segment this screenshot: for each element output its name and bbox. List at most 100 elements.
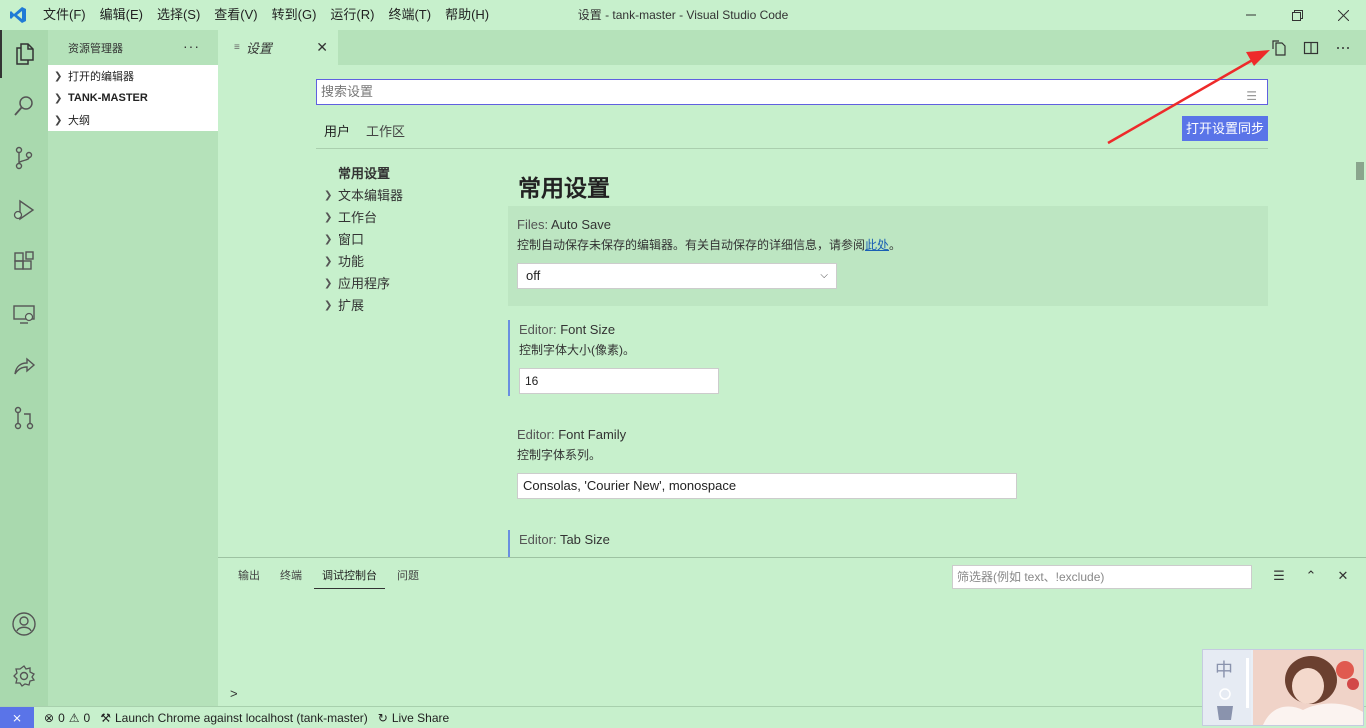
clear-console-button[interactable]: ☰ (1272, 566, 1286, 586)
setting-title: Editor: Tab Size (519, 530, 1268, 550)
remote-explorer-icon (13, 305, 35, 324)
minimize-button[interactable] (1228, 0, 1274, 30)
font-size-input[interactable]: 16 (519, 368, 719, 394)
menu-terminal[interactable]: 终端(T) (381, 0, 438, 30)
font-family-input[interactable]: Consolas, 'Courier New', monospace (517, 473, 1017, 499)
extensions-button[interactable] (0, 238, 48, 286)
settings-sync-button[interactable]: 打开设置同步 (1182, 116, 1268, 141)
open-settings-json-button[interactable] (1270, 39, 1288, 57)
panel-tabs: 输出 终端 调试控制台 问题 (230, 564, 431, 589)
desktop-avatar-widget[interactable]: 中 (1202, 649, 1364, 726)
tab-debug-console[interactable]: 调试控制台 (314, 564, 385, 589)
maximize-panel-button[interactable]: ⌃ (1304, 566, 1318, 586)
live-share-status[interactable]: ↻ Live Share (378, 711, 449, 725)
toc-label: 扩展 (338, 298, 365, 313)
toc-item-features[interactable]: ❯ 功能 (316, 251, 403, 273)
section-workspace-folder[interactable]: ❯ TANK-MASTER (48, 87, 218, 109)
live-share-label: Live Share (391, 710, 450, 725)
console-prompt[interactable]: > (230, 686, 238, 701)
panel-actions: ☰ ⌃ ✕ (1272, 566, 1350, 586)
chevron-right-icon: ❯ (324, 234, 333, 245)
settings-search-input[interactable]: 搜索设置 ☰ (316, 79, 1268, 105)
close-panel-button[interactable]: ✕ (1336, 566, 1350, 586)
more-editor-actions-button[interactable] (1334, 39, 1352, 57)
editor-scrollbar[interactable] (1356, 162, 1364, 180)
toc-item-extensions[interactable]: ❯ 扩展 (316, 295, 403, 317)
tab-problems[interactable]: 问题 (389, 564, 427, 589)
desc-end: 。 (889, 238, 902, 252)
desc-link[interactable]: 此处 (865, 238, 889, 252)
menu-view[interactable]: 查看(V) (207, 0, 264, 30)
activity-bar (0, 30, 48, 706)
pull-requests-button[interactable] (0, 394, 48, 442)
toc-label: 工作台 (338, 210, 378, 225)
tab-output[interactable]: 输出 (230, 564, 268, 589)
restore-button[interactable] (1274, 0, 1320, 30)
setting-category: Files: (517, 217, 551, 232)
toc-item-window[interactable]: ❯ 窗口 (316, 229, 403, 251)
launch-config-status[interactable]: ⚒ Launch Chrome against localhost (tank-… (100, 711, 368, 725)
manage-button[interactable] (0, 652, 48, 700)
ellipsis-icon (1337, 46, 1349, 49)
more-actions-button[interactable]: ··· (183, 38, 200, 54)
chevron-right-icon: ❯ (324, 256, 333, 267)
toc-item-application[interactable]: ❯ 应用程序 (316, 273, 403, 295)
setting-description: 控制字体大小(像素)。 (519, 343, 635, 357)
setting-category: Editor: (517, 427, 559, 442)
pull-request-icon (14, 406, 34, 430)
desc-text: 控制自动保存未保存的编辑器。有关自动保存的详细信息，请参阅 (517, 238, 866, 252)
menu-bar: 文件(F) 编辑(E) 选择(S) 查看(V) 转到(G) 运行(R) 终端(T… (36, 0, 496, 30)
tab-settings[interactable]: ≡ 设置 ✕ (218, 30, 338, 65)
settings-scope-tabs: 用户 工作区 (316, 117, 413, 149)
toc-label: 文本编辑器 (338, 188, 404, 203)
debug-config-icon: ⚒ (100, 710, 111, 725)
problems-status[interactable]: ⊗ 0 ⚠ 0 (44, 711, 90, 725)
setting-files-auto-save: Files: Auto Save 控制自动保存未保存的编辑器。有关自动保存的详细… (508, 206, 1268, 306)
source-control-button[interactable] (0, 134, 48, 182)
close-window-button[interactable] (1320, 0, 1366, 30)
accounts-button[interactable] (0, 600, 48, 648)
chevron-right-icon: ❯ (324, 278, 333, 289)
explorer-button[interactable] (0, 30, 48, 78)
section-open-editors[interactable]: ❯ 打开的编辑器 (48, 65, 218, 87)
run-debug-button[interactable] (0, 186, 48, 234)
launch-config-label: Launch Chrome against localhost (tank-ma… (114, 710, 368, 725)
section-label: 打开的编辑器 (68, 71, 134, 83)
live-share-button[interactable] (0, 342, 48, 390)
avatar-picture: 中 (1203, 650, 1363, 725)
search-view-button[interactable] (0, 82, 48, 130)
menu-help[interactable]: 帮助(H) (438, 0, 496, 30)
settings-file-icon: ≡ (234, 42, 240, 53)
explorer-sidebar: 资源管理器 ··· ❯ 打开的编辑器 ❯ TANK-MASTER ❯ 大纲 (48, 30, 218, 706)
tab-workspace[interactable]: 工作区 (358, 117, 413, 149)
console-filter-input[interactable]: 筛选器(例如 text、!exclude) (952, 565, 1252, 589)
setting-name: Font Size (560, 322, 616, 337)
split-editor-button[interactable] (1302, 39, 1320, 57)
chevron-down-icon: ⌵ (820, 270, 828, 281)
open-json-icon (1272, 39, 1286, 56)
filter-list-icon[interactable]: ☰ (1246, 84, 1257, 108)
menu-selection[interactable]: 选择(S) (150, 0, 207, 30)
auto-save-select[interactable]: off ⌵ (517, 263, 837, 289)
menu-file[interactable]: 文件(F) (36, 0, 93, 30)
remote-explorer-button[interactable] (0, 290, 48, 338)
toc-item-workbench[interactable]: ❯ 工作台 (316, 207, 403, 229)
menu-run[interactable]: 运行(R) (323, 0, 381, 30)
remote-indicator-button[interactable]: ⨯ (0, 706, 34, 728)
tab-terminal[interactable]: 终端 (272, 564, 310, 589)
close-icon[interactable]: ✕ (316, 39, 328, 56)
tab-label: 设置 (245, 41, 272, 56)
status-bar: ⨯ ⊗ 0 ⚠ 0 ⚒ Launch Chrome against localh… (0, 706, 1366, 728)
menu-edit[interactable]: 编辑(E) (93, 0, 150, 30)
vscode-logo-icon (0, 0, 36, 30)
toc-item-commonly-used[interactable]: 常用设置 (316, 163, 403, 185)
setting-name: Font Family (558, 427, 627, 442)
toc-item-text-editor[interactable]: ❯ 文本编辑器 (316, 185, 403, 207)
menu-go[interactable]: 转到(G) (265, 0, 324, 30)
chevron-right-icon: ❯ (54, 114, 63, 126)
toc-label: 窗口 (338, 232, 365, 247)
section-outline[interactable]: ❯ 大纲 (48, 109, 218, 131)
source-control-icon (15, 146, 33, 170)
window-controls (1228, 0, 1366, 30)
tab-user[interactable]: 用户 (316, 117, 359, 149)
